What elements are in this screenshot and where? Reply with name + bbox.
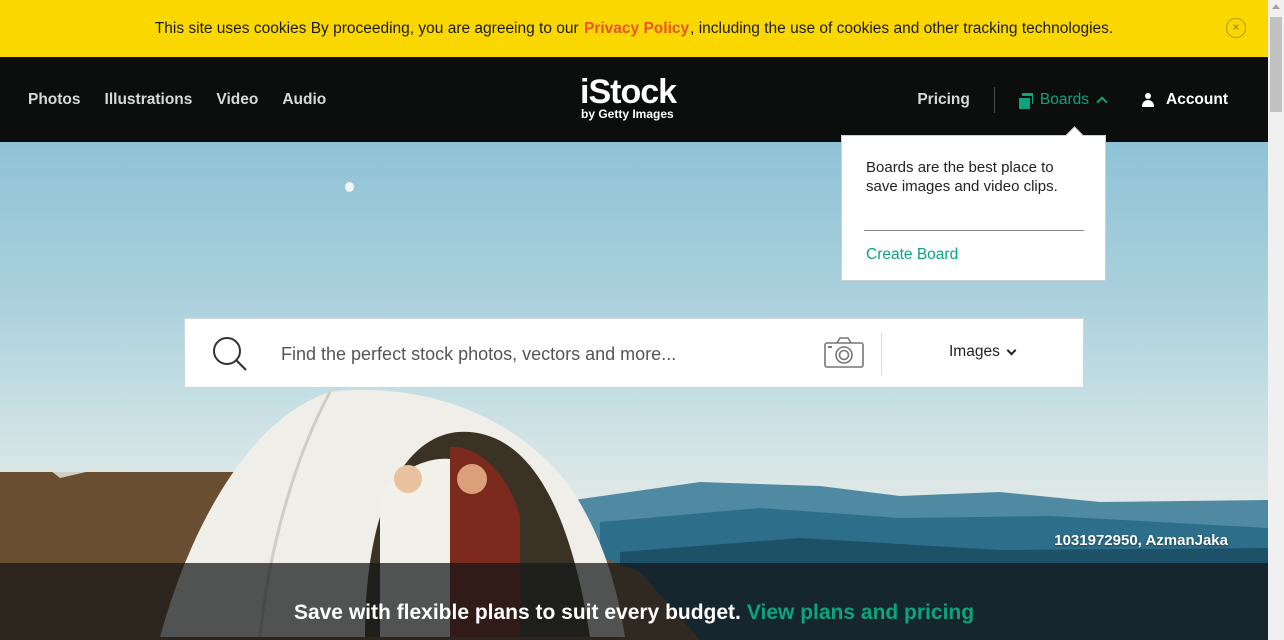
- nav-pricing[interactable]: Pricing: [917, 91, 970, 109]
- boards-popover-text: Boards are the best place to save images…: [866, 159, 1058, 195]
- cookie-text-after: , including the use of cookies and other…: [690, 19, 1114, 37]
- boards-popover: Boards are the best place to save images…: [841, 135, 1106, 281]
- promo-text: Save with flexible plans to suit every b…: [293, 601, 741, 624]
- nav-photos[interactable]: Photos: [28, 91, 81, 109]
- account-label: Account: [1166, 90, 1228, 108]
- media-type-label: Images: [949, 343, 1000, 360]
- boards-label: Boards: [1039, 90, 1089, 108]
- image-credit: 1031972950, AzmanJaka: [1054, 532, 1228, 549]
- search-bar: Images: [184, 318, 1084, 388]
- scroll-thumb[interactable]: [1270, 17, 1282, 112]
- logo-subtitle: by Getty Images: [581, 107, 674, 121]
- nav-divider: [993, 86, 995, 113]
- cookie-text: This site uses cookies By proceeding, yo…: [154, 19, 579, 37]
- primary-nav: Photos Illustrations Video Audio: [28, 57, 326, 142]
- chevron-up-icon: [1096, 96, 1108, 108]
- user-icon: [1142, 92, 1154, 107]
- privacy-policy-link[interactable]: Privacy Policy: [584, 20, 689, 38]
- cookie-banner: This site uses cookies By proceeding, yo…: [0, 0, 1268, 57]
- moon: [345, 182, 354, 192]
- page-scrollbar[interactable]: [1268, 0, 1284, 640]
- nav-illustrations[interactable]: Illustrations: [105, 91, 193, 109]
- istock-logo[interactable]: iStock by Getty Images: [580, 73, 677, 121]
- create-board-link[interactable]: Create Board: [866, 246, 958, 264]
- scroll-up-arrow-icon[interactable]: [1272, 4, 1280, 9]
- search-separator: [881, 333, 882, 375]
- nav-video[interactable]: Video: [216, 91, 258, 109]
- search-icon[interactable]: [211, 335, 249, 373]
- camera-icon[interactable]: [823, 335, 865, 371]
- popover-divider: [864, 230, 1084, 231]
- chevron-down-icon: [1006, 345, 1017, 355]
- close-icon[interactable]: ×: [1226, 18, 1246, 38]
- account-button[interactable]: Account: [1142, 91, 1228, 109]
- logo-brand: iStock: [580, 73, 677, 111]
- promo-strip: Save with flexible plans to suit every b…: [0, 563, 1268, 640]
- view-plans-link[interactable]: View plans and pricing: [747, 601, 974, 640]
- boards-button[interactable]: Boards: [1018, 90, 1108, 109]
- media-type-select[interactable]: Images: [949, 343, 1017, 361]
- search-input[interactable]: [281, 337, 801, 371]
- nav-audio[interactable]: Audio: [282, 91, 326, 109]
- boards-icon: [1018, 92, 1033, 109]
